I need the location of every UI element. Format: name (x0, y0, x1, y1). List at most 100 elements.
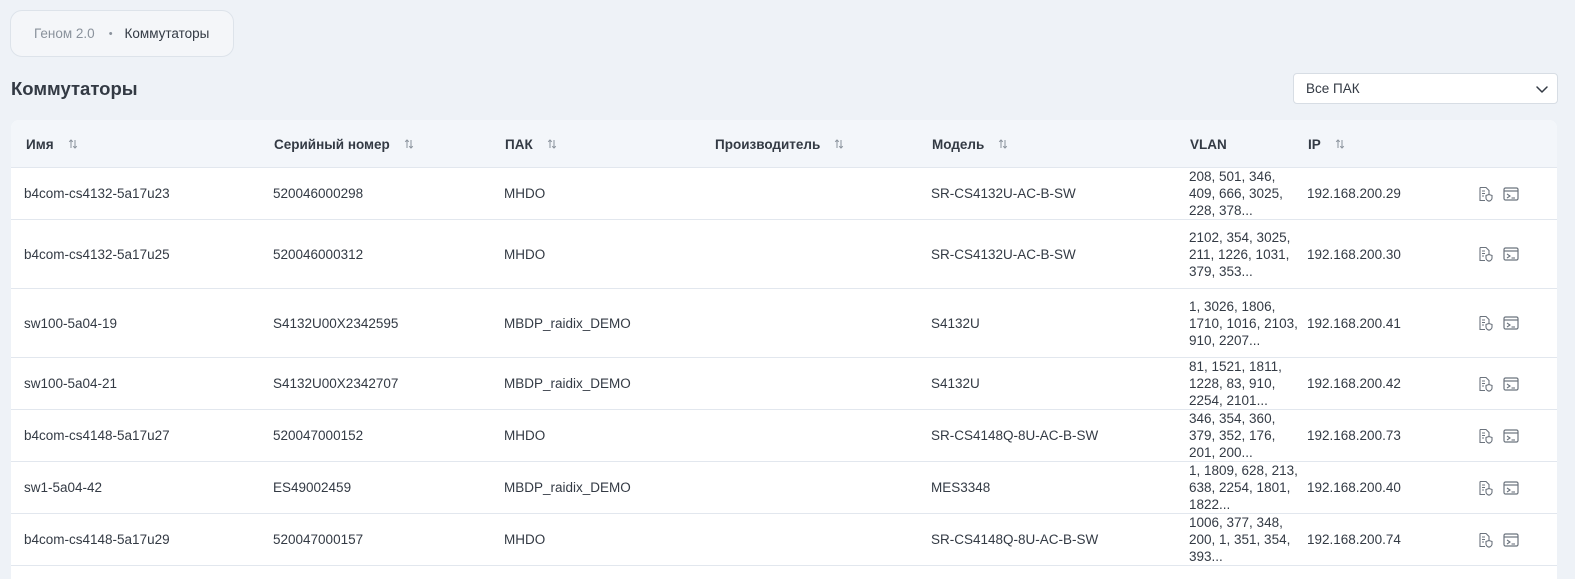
sort-icon[interactable] (68, 138, 78, 150)
table-row[interactable]: b4com-cs4132-5a17u25 520046000312 MHDO SR-C… (11, 220, 1557, 289)
shield-document-icon[interactable] (1477, 480, 1493, 496)
column-header-label: Имя (26, 136, 54, 152)
cell-name: sw100-5a04-19 (24, 315, 118, 331)
cell-vlan: 81, 1521, 1811, 1228, 83, 910, 2254, 210… (1189, 359, 1282, 408)
cell-ip: 192.168.200.42 (1307, 376, 1401, 391)
console-icon[interactable] (1503, 246, 1519, 262)
cell-pak: MBDP_raidix_DEMO (504, 315, 631, 331)
cell-model: S4132U (931, 315, 980, 331)
pak-filter-select[interactable]: Все ПАК (1293, 73, 1558, 104)
cell-vlan: 208, 501, 346, 409, 666, 3025, 228, 378.… (1189, 169, 1283, 218)
sort-icon[interactable] (1335, 138, 1345, 150)
cell-serial: S4132U00X2342707 (273, 376, 399, 391)
cell-vlan: 1006, 377, 348, 200, 1, 351, 354, 393... (1189, 515, 1291, 564)
row-actions (1477, 514, 1519, 565)
cell-model: MES3348 (931, 480, 991, 495)
breadcrumb-separator: • (108, 27, 113, 40)
cell-ip: 192.168.200.41 (1307, 315, 1401, 331)
column-header-vlan: VLAN (1190, 120, 1227, 168)
cell-pak: MBDP_raidix_DEMO (504, 376, 631, 391)
cell-pak: MBDP_raidix_DEMO (504, 480, 631, 495)
pak-filter-value: Все ПАК (1306, 81, 1360, 96)
console-icon[interactable] (1503, 315, 1519, 331)
chevron-down-icon (1536, 85, 1548, 93)
console-icon[interactable] (1503, 186, 1519, 202)
column-header-vendor[interactable]: Производитель (715, 120, 844, 168)
breadcrumb-root-link[interactable]: Геном 2.0 (34, 26, 95, 41)
cell-serial: ES49002459 (273, 480, 352, 495)
row-actions (1477, 168, 1519, 219)
row-actions (1477, 289, 1519, 357)
breadcrumb-current: Коммутаторы (124, 26, 210, 41)
cell-ip: 192.168.200.74 (1307, 532, 1401, 547)
console-icon[interactable] (1503, 480, 1519, 496)
table-row[interactable]: sw1-5a04-42 ES49002459 MBDP_raidix_DEMO MES… (11, 462, 1557, 514)
cell-serial: 520047000152 (273, 428, 364, 443)
cell-pak: MHDO (504, 532, 546, 547)
cell-ip: 192.168.200.40 (1307, 480, 1401, 495)
sort-icon[interactable] (404, 138, 414, 150)
shield-document-icon[interactable] (1477, 428, 1493, 444)
cell-name: b4com-cs4132-5a17u25 (24, 246, 170, 262)
breadcrumb: Геном 2.0 • Коммутаторы (10, 10, 234, 57)
shield-document-icon[interactable] (1477, 376, 1493, 392)
column-header-label: ПАК (505, 136, 533, 152)
cell-ip: 192.168.200.30 (1307, 246, 1401, 262)
cell-model: SR-CS4132U-AC-B-SW (931, 246, 1076, 262)
console-icon[interactable] (1503, 376, 1519, 392)
cell-name: sw1-5a04-42 (24, 480, 103, 495)
cell-name: b4com-cs4148-5a17u29 (24, 532, 170, 547)
cell-serial: 520046000298 (273, 186, 364, 201)
column-header-label: Производитель (715, 136, 821, 152)
shield-document-icon[interactable] (1477, 315, 1493, 331)
cell-ip: 192.168.200.73 (1307, 428, 1401, 443)
table-row[interactable]: sw100-5a04-19 S4132U00X2342595 MBDP_raidix… (11, 289, 1557, 358)
cell-serial: 520047000157 (273, 532, 364, 547)
cell-model: SR-CS4132U-AC-B-SW (931, 186, 1076, 201)
cell-vlan: 2102, 354, 3025, 211, 1226, 1031, 379, 3… (1189, 229, 1291, 279)
sort-icon[interactable] (998, 138, 1008, 150)
console-icon[interactable] (1503, 428, 1519, 444)
shield-document-icon[interactable] (1477, 186, 1493, 202)
cell-serial: 520046000312 (273, 246, 364, 262)
cell-vlan: 1, 3026, 1806, 1710, 1016, 2103, 910, 22… (1189, 298, 1298, 348)
shield-document-icon[interactable] (1477, 246, 1493, 262)
row-actions (1477, 410, 1519, 461)
row-actions (1477, 462, 1519, 513)
row-actions (1477, 358, 1519, 409)
cell-ip: 192.168.200.29 (1307, 186, 1401, 201)
table-row[interactable]: sw100-5a04-21 S4132U00X2342707 MBDP_raidix… (11, 358, 1557, 410)
table-body: b4com-cs4132-5a17u23 520046000298 MHDO SR-C… (11, 168, 1557, 566)
page-title: Коммутаторы (11, 78, 138, 99)
cell-name: sw100-5a04-21 (24, 376, 118, 391)
shield-document-icon[interactable] (1477, 532, 1493, 548)
table-row[interactable]: b4com-cs4132-5a17u23 520046000298 MHDO SR-C… (11, 168, 1557, 220)
cell-vlan: 1, 1809, 628, 213, 638, 2254, 1801, 1822… (1189, 463, 1298, 512)
column-header-serial[interactable]: Серийный номер (274, 120, 414, 168)
column-header-label: IP (1308, 136, 1321, 152)
cell-model: SR-CS4148Q-8U-AC-B-SW (931, 428, 1099, 443)
sort-icon[interactable] (547, 138, 557, 150)
cell-name: b4com-cs4148-5a17u27 (24, 428, 170, 443)
column-header-name[interactable]: Имя (26, 120, 78, 168)
column-header-model[interactable]: Модель (932, 120, 1008, 168)
column-header-label: VLAN (1190, 136, 1227, 152)
sort-icon[interactable] (834, 138, 844, 150)
column-header-pak[interactable]: ПАК (505, 120, 557, 168)
table-row[interactable]: b4com-cs4148-5a17u29 520047000157 MHDO SR-C… (11, 514, 1557, 566)
table-header: Имя Серийный номер ПАК Производитель Модель V… (11, 120, 1557, 168)
cell-name: b4com-cs4132-5a17u23 (24, 186, 170, 201)
column-header-label: Серийный номер (274, 136, 390, 152)
cell-pak: MHDO (504, 246, 546, 262)
cell-vlan: 346, 354, 360, 379, 352, 176, 201, 200..… (1189, 411, 1276, 460)
cell-model: S4132U (931, 376, 980, 391)
console-icon[interactable] (1503, 532, 1519, 548)
column-header-label: Модель (932, 136, 985, 152)
switches-table: Имя Серийный номер ПАК Производитель Модель V… (11, 120, 1557, 579)
cell-model: SR-CS4148Q-8U-AC-B-SW (931, 532, 1099, 547)
cell-pak: MHDO (504, 428, 546, 443)
cell-pak: MHDO (504, 186, 546, 201)
table-row[interactable]: b4com-cs4148-5a17u27 520047000152 MHDO SR-C… (11, 410, 1557, 462)
row-actions (1477, 220, 1519, 288)
column-header-ip[interactable]: IP (1308, 120, 1345, 168)
